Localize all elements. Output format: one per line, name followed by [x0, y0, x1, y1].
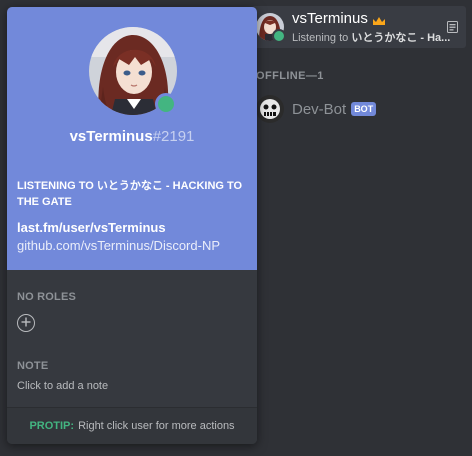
activity-title: いとうかなこ - Ha...: [351, 31, 451, 44]
activity-header: LISTENING TO いとうかなこ - HACKING TO THE GAT…: [17, 180, 243, 208]
profile-avatar[interactable]: [89, 27, 177, 115]
discriminator-text: #2191: [152, 128, 195, 145]
offline-section-header: OFFLINE—1: [256, 70, 324, 82]
rich-presence-icon: [447, 20, 458, 33]
add-role-button[interactable]: [17, 314, 35, 332]
member-name: Dev-Bot: [292, 100, 347, 118]
lastfm-link[interactable]: last.fm/user/vsTerminus: [17, 219, 247, 237]
user-profile-popout: vsTerminus#2191 LISTENING TO いとうかなこ - HA…: [7, 7, 257, 444]
member-name: vsTerminus: [292, 9, 368, 27]
member-item-vsterminus[interactable]: vsTerminus Listening to いとうかなこ - Ha...: [252, 6, 466, 48]
online-status-icon: [272, 29, 286, 43]
protip-label: PROTIP:: [29, 420, 75, 432]
member-avatar: [256, 13, 286, 43]
profile-username[interactable]: vsTerminus#2191: [7, 128, 257, 145]
protip-footer: PROTIP: Right click user for more action…: [7, 407, 257, 444]
popout-header: vsTerminus#2191 LISTENING TO いとうかなこ - HA…: [7, 7, 257, 270]
member-avatar: [256, 95, 284, 123]
roles-title: NO ROLES: [17, 291, 77, 303]
note-title: NOTE: [17, 360, 49, 372]
activity-block: LISTENING TO いとうかなこ - HACKING TO THE GAT…: [17, 178, 247, 255]
note-input[interactable]: [17, 380, 245, 392]
online-status-icon: [155, 93, 177, 115]
crown-icon: [372, 13, 386, 25]
member-activity: Listening to いとうかなこ - Ha...: [292, 29, 450, 45]
protip-text: Right click user for more actions: [78, 420, 235, 432]
username-text: vsTerminus: [69, 128, 153, 145]
activity-prefix: Listening to: [292, 31, 352, 44]
bot-badge: BOT: [351, 102, 377, 116]
plus-icon: [21, 314, 31, 332]
github-link[interactable]: github.com/vsTerminus/Discord-NP: [17, 237, 247, 255]
member-item-dev-bot[interactable]: Dev-Bot BOT: [252, 88, 466, 130]
